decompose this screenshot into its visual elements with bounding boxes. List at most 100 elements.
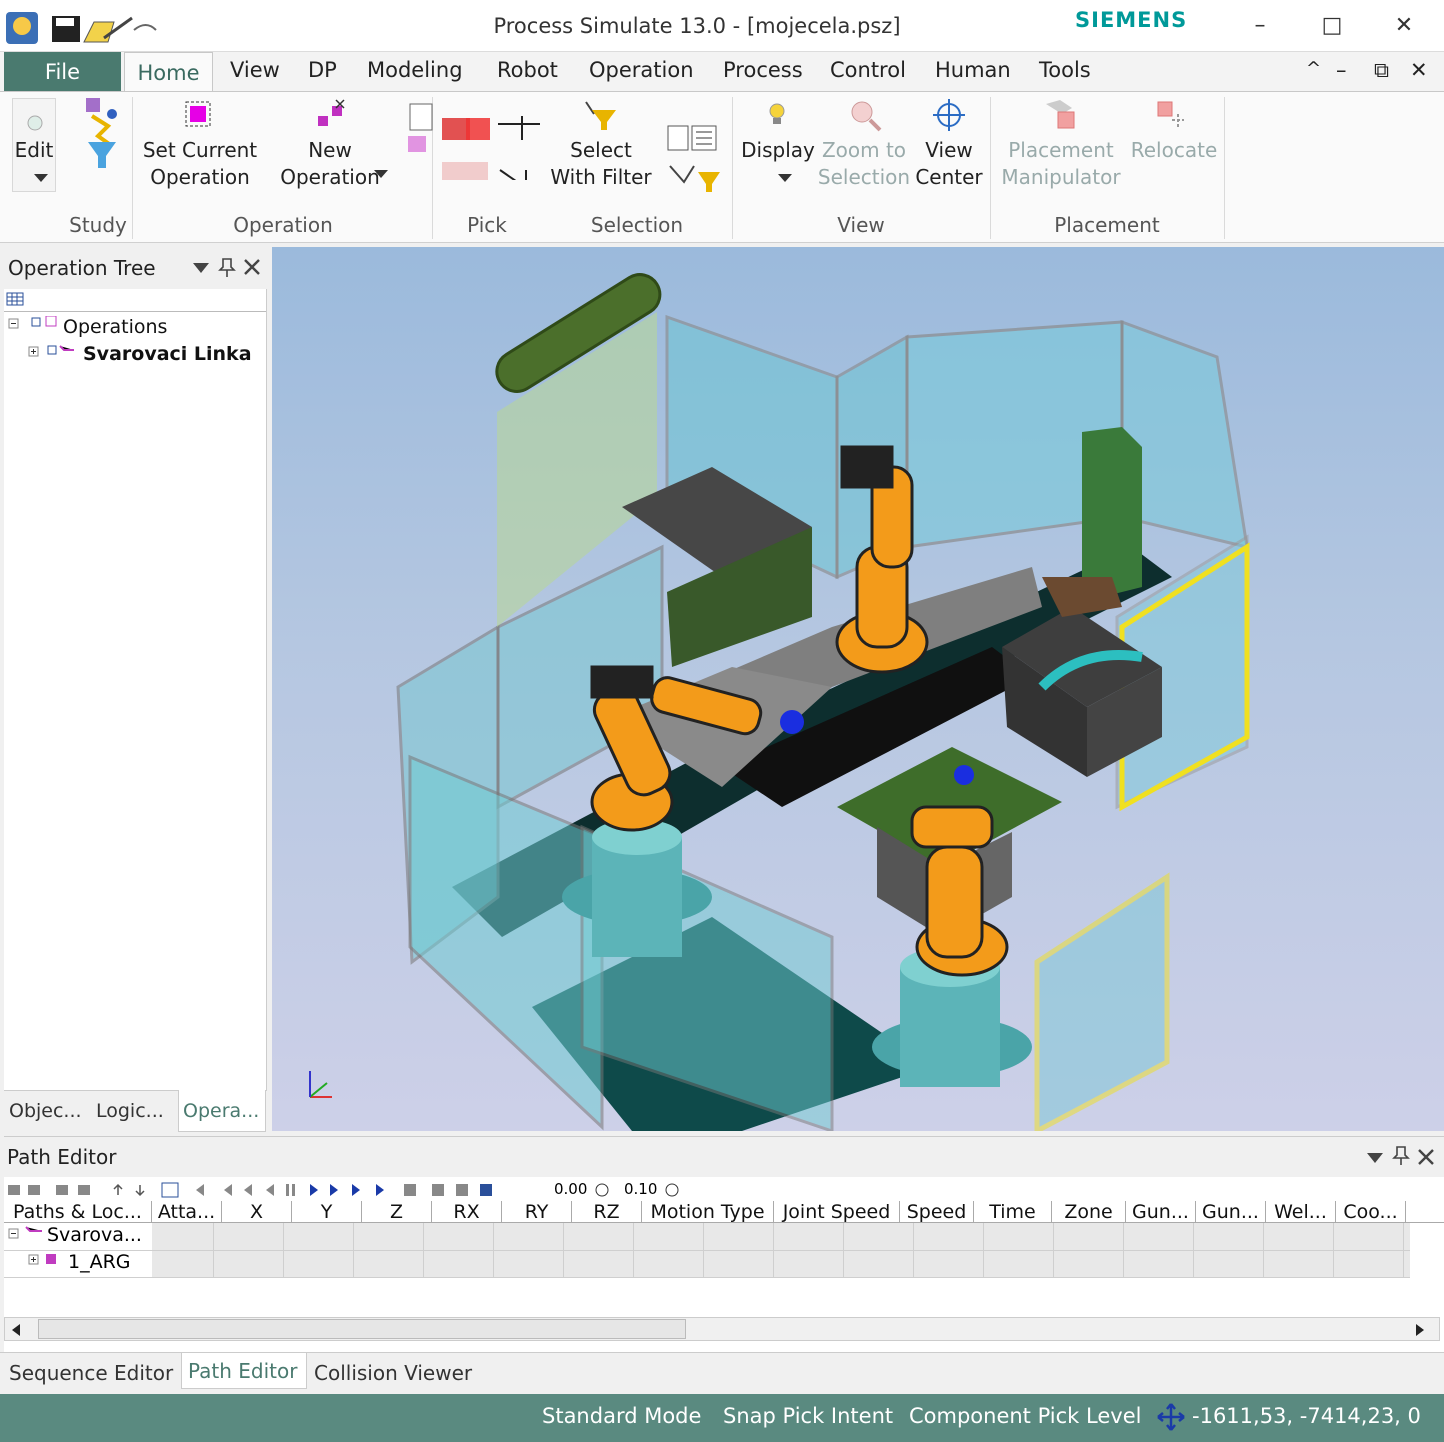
panel-menu-chevron-icon[interactable]: [1366, 1151, 1384, 1165]
tree-expand-icon[interactable]: [8, 316, 64, 332]
path-editor-panel: Path Editor 0.00 0.10 Paths & Loc... Att…: [4, 1136, 1444, 1358]
col-y[interactable]: Y: [292, 1201, 362, 1223]
select-with-filter-button[interactable]: Select With Filter: [546, 137, 656, 191]
tab-view[interactable]: View: [230, 58, 280, 82]
graphic-viewer[interactable]: [272, 247, 1444, 1131]
col-attach[interactable]: Atta...: [152, 1201, 222, 1223]
placement-manipulator-button[interactable]: Placement Manipulator: [996, 137, 1126, 191]
tree-item-svarovaci-linka[interactable]: Svarovaci Linka: [83, 343, 252, 365]
tab-object-tree[interactable]: Objec...: [9, 1100, 82, 1122]
tree-toolbar-icon[interactable]: [6, 291, 26, 309]
col-joint-speed[interactable]: Joint Speed: [774, 1201, 900, 1223]
group-study-label: Study: [69, 213, 127, 237]
col-paths[interactable]: Paths & Loc...: [4, 1201, 152, 1223]
tree-expand-icon[interactable]: [28, 344, 84, 360]
tab-process[interactable]: Process: [723, 58, 803, 82]
tab-path-editor[interactable]: Path Editor: [188, 1359, 297, 1383]
group-operation-label: Operation: [233, 213, 333, 237]
tab-dp[interactable]: DP: [308, 58, 337, 82]
display-button[interactable]: Display: [738, 137, 818, 164]
col-rz[interactable]: RZ: [572, 1201, 642, 1223]
view-center-button[interactable]: View Center: [912, 137, 986, 191]
col-z[interactable]: Z: [362, 1201, 432, 1223]
simulation-time-value: 0.00: [554, 1180, 588, 1198]
tab-human[interactable]: Human: [935, 58, 1011, 82]
col-speed[interactable]: Speed: [900, 1201, 974, 1223]
status-mode[interactable]: Standard Mode: [542, 1404, 701, 1428]
scrollbar-thumb[interactable]: [38, 1319, 686, 1339]
col-rx[interactable]: RX: [432, 1201, 502, 1223]
group-view-label: View: [837, 213, 885, 237]
filter-icon: [585, 101, 616, 130]
zoom-icon: [851, 101, 882, 132]
maximize-button[interactable]: □: [1310, 8, 1354, 44]
close-icon[interactable]: [1416, 1147, 1436, 1167]
study-filter-icon[interactable]: [82, 96, 122, 176]
new-operation-dropdown-icon[interactable]: [372, 168, 390, 180]
new-operation-button[interactable]: New Operation: [258, 137, 402, 191]
set-current-line2: Operation: [150, 165, 250, 189]
path-editor-title: Path Editor: [7, 1145, 117, 1169]
tab-collision-viewer[interactable]: Collision Viewer: [314, 1361, 472, 1385]
tab-modeling[interactable]: Modeling: [367, 58, 463, 82]
col-weld[interactable]: Wel...: [1266, 1201, 1336, 1223]
scroll-right-icon[interactable]: [1414, 1323, 1426, 1337]
col-gun-1[interactable]: Gun...: [1126, 1201, 1196, 1223]
doc-minimize-button[interactable]: –: [1336, 58, 1347, 82]
relocate-icon: [1157, 101, 1184, 128]
doc-restore-button[interactable]: ⧉: [1374, 58, 1389, 83]
ribbon-collapse-icon[interactable]: ^: [1306, 58, 1321, 79]
minimize-button[interactable]: –: [1238, 8, 1282, 44]
status-coordinates: -1611,53, -7414,23, 0: [1192, 1404, 1421, 1428]
move-cursor-icon: [1157, 1403, 1185, 1431]
edit-label: Edit: [14, 138, 54, 162]
operation-tree-panel: Operation Tree Operations Svarovaci Link…: [4, 247, 267, 1132]
col-motion-type[interactable]: Motion Type: [642, 1201, 774, 1223]
panel-menu-chevron-icon[interactable]: [192, 261, 210, 275]
col-gun-2[interactable]: Gun...: [1196, 1201, 1266, 1223]
scroll-left-icon[interactable]: [10, 1323, 22, 1337]
status-snap-pick-intent[interactable]: Snap Pick Intent: [723, 1404, 893, 1428]
close-icon[interactable]: [242, 257, 262, 277]
col-time[interactable]: Time: [974, 1201, 1052, 1223]
group-selection-label: Selection: [590, 213, 684, 237]
tab-operation[interactable]: Operation: [589, 58, 694, 82]
pin-icon[interactable]: [1392, 1145, 1410, 1167]
status-bar: Standard Mode Snap Pick Intent Component…: [0, 1394, 1444, 1442]
placement-manipulator-icon: [1046, 100, 1075, 129]
tab-tools[interactable]: Tools: [1039, 58, 1091, 82]
selection-list-icons[interactable]: [664, 122, 724, 196]
view-center-line1: View: [925, 138, 973, 162]
pin-icon[interactable]: [218, 257, 236, 279]
bottom-tabs-bar: Sequence Editor Path Editor Collision Vi…: [0, 1352, 1444, 1394]
set-current-operation-button[interactable]: Set Current Operation: [138, 137, 262, 191]
tab-logical-collection[interactable]: Logic...: [96, 1100, 164, 1122]
select-line1: Select: [570, 138, 632, 162]
column-header-row: Paths & Loc... Atta... X Y Z RX RY RZ Mo…: [4, 1201, 1444, 1223]
tab-file[interactable]: File: [4, 52, 121, 92]
table-row[interactable]: Svarova...: [47, 1224, 142, 1246]
tab-sequence-editor[interactable]: Sequence Editor: [9, 1361, 173, 1385]
group-pick-label: Pick: [467, 213, 507, 237]
doc-close-button[interactable]: ✕: [1410, 58, 1428, 82]
tab-home[interactable]: Home: [124, 52, 213, 93]
time-step-value: 0.10: [624, 1180, 658, 1198]
display-dropdown-icon[interactable]: [776, 172, 794, 184]
path-root-icon[interactable]: [8, 1225, 48, 1243]
zoom-to-selection-button[interactable]: Zoom to Selection: [816, 137, 912, 191]
tree-item-operations[interactable]: Operations: [63, 316, 167, 338]
col-ry[interactable]: RY: [502, 1201, 572, 1223]
path-editor-toolbar[interactable]: [4, 1179, 704, 1201]
col-zone[interactable]: Zone: [1052, 1201, 1126, 1223]
tab-operation-tree[interactable]: Opera...: [183, 1100, 259, 1122]
col-x[interactable]: X: [222, 1201, 292, 1223]
table-row[interactable]: 1_ARG: [68, 1251, 131, 1273]
path-child-icon[interactable]: [28, 1252, 68, 1270]
status-pick-level[interactable]: Component Pick Level: [909, 1404, 1141, 1428]
tab-control[interactable]: Control: [830, 58, 906, 82]
tab-robot[interactable]: Robot: [497, 58, 558, 82]
col-coord[interactable]: Coo...: [1336, 1201, 1406, 1223]
pick-tools-icons[interactable]: [402, 100, 542, 180]
relocate-button[interactable]: Relocate: [1128, 137, 1220, 164]
close-button[interactable]: ✕: [1382, 8, 1426, 44]
